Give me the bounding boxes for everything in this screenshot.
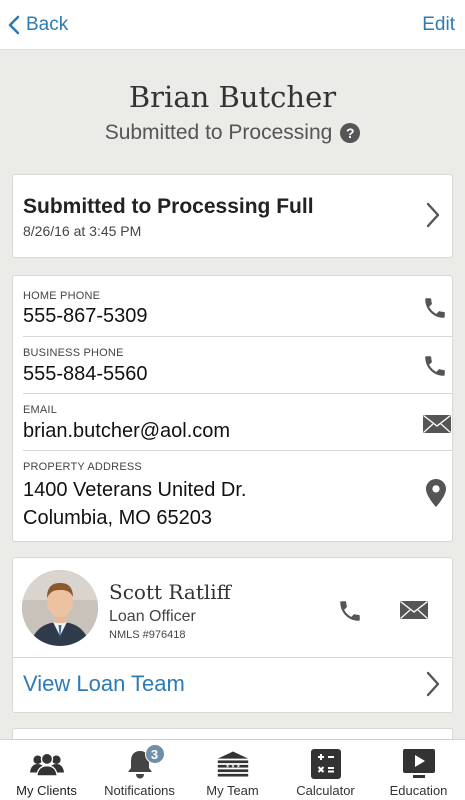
loan-officer-avatar [22,570,98,646]
view-loan-team-button[interactable]: View Loan Team [13,658,452,713]
business-phone-value[interactable]: 555-884-5560 [23,360,148,388]
email-label: EMAIL [23,404,58,416]
home-phone-label: HOME PHONE [23,290,101,302]
tab-my-team[interactable]: ★ ★ ★ My Team [186,740,279,800]
calculator-icon [309,748,343,780]
tab-label: Notifications [104,783,175,798]
notification-count-badge: 3 [144,744,165,764]
home-phone-value[interactable]: 555-867-5309 [23,302,148,330]
email-value[interactable]: brian.butcher@aol.com [23,417,230,445]
home-phone-row: HOME PHONE 555-867-5309 [23,276,452,337]
back-button[interactable]: Back [8,10,68,40]
video-icon [402,748,436,780]
loan-officer-name: Scott Ratliff [109,580,231,604]
loan-status-title: Submitted to Processing Full [23,195,314,218]
tab-my-clients[interactable]: My Clients [0,740,93,800]
phone-icon[interactable] [422,295,448,321]
edit-button[interactable]: Edit [422,10,455,40]
address-line-2[interactable]: Columbia, MO 65203 [23,504,212,532]
property-address-label: PROPERTY ADDRESS [23,461,142,473]
back-label: Back [26,14,69,35]
phone-icon[interactable] [337,598,363,624]
top-nav-bar: Back Edit [0,0,465,50]
clients-icon [29,748,64,780]
loan-status-date: 8/26/16 at 3:45 PM [23,223,142,239]
business-phone-row: BUSINESS PHONE 555-884-5560 [23,337,452,394]
chevron-right-icon [426,671,440,697]
tab-notifications[interactable]: 3 Notifications [93,740,186,800]
client-status: Submitted to Processing ? [0,121,465,145]
email-row: EMAIL brian.butcher@aol.com [23,394,452,451]
tab-label: My Clients [16,783,77,798]
business-phone-label: BUSINESS PHONE [23,347,124,359]
chevron-left-icon [8,15,20,35]
tab-education[interactable]: Education [372,740,465,800]
loan-officer-title: Loan Officer [109,608,196,625]
phone-icon[interactable] [422,353,448,379]
contact-details-card: HOME PHONE 555-867-5309 BUSINESS PHONE 5… [12,275,453,542]
team-building-icon: ★ ★ ★ [216,748,250,780]
tab-label: Education [389,783,448,798]
tab-calculator[interactable]: Calculator [279,740,372,800]
address-line-1[interactable]: 1400 Veterans United Dr. [23,476,246,504]
loan-officer-card: Scott Ratliff Loan Officer NMLS #976418 … [12,557,453,713]
person-photo-icon [22,570,98,646]
loan-officer-nmls: NMLS #976418 [109,629,186,641]
property-address-row: PROPERTY ADDRESS 1400 Veterans United Dr… [23,451,452,541]
chevron-right-icon [426,202,440,228]
view-loan-team-label: View Loan Team [23,671,185,696]
tab-label: My Team [206,783,259,798]
help-icon[interactable]: ? [340,123,361,143]
mail-icon[interactable] [422,414,452,434]
tab-label: Calculator [296,783,355,798]
client-name: Brian Butcher [128,80,337,114]
loan-status-card[interactable]: Submitted to Processing Full 8/26/16 at … [12,174,453,258]
mail-icon[interactable] [399,600,429,620]
bottom-tab-bar: My Clients 3 Notifications ★ ★ ★ My Team [0,739,465,800]
client-status-text: Submitted to Processing [104,121,333,144]
location-pin-icon[interactable] [426,479,446,507]
svg-text:★ ★ ★: ★ ★ ★ [225,764,240,770]
